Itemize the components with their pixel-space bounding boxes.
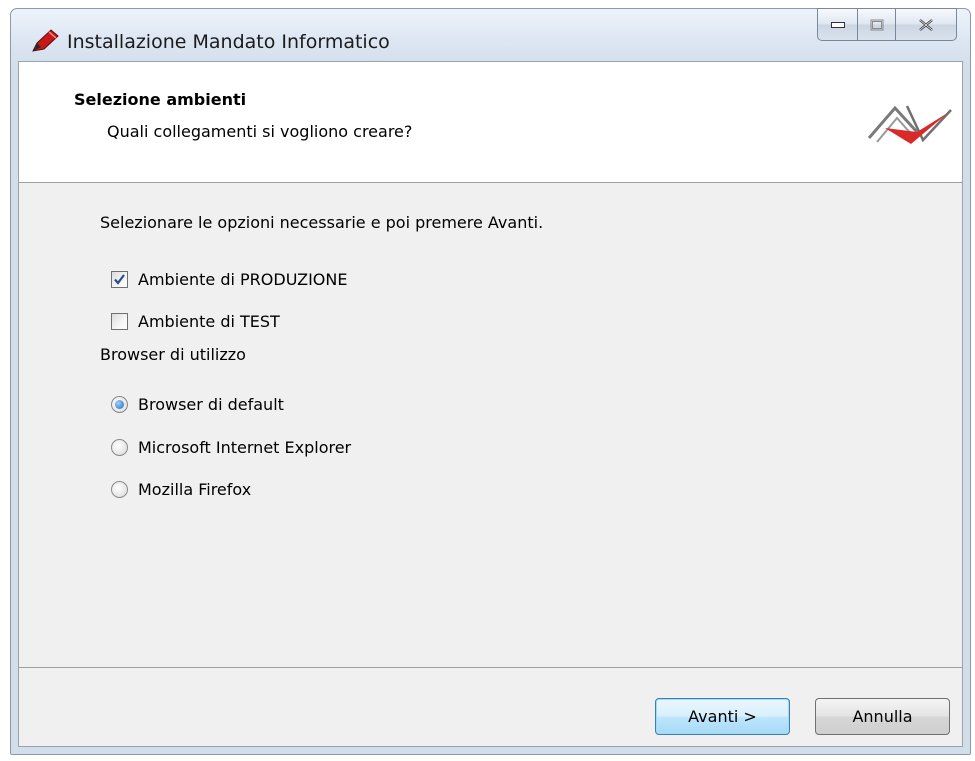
checkmark-logo-icon	[867, 105, 952, 144]
close-icon	[919, 18, 933, 31]
checkbox-label: Ambiente di TEST	[138, 312, 280, 331]
dialog-client-area: Selezione ambienti Quali collegamenti si…	[18, 61, 963, 747]
pen-app-icon	[32, 29, 59, 52]
installer-window: Installazione Mandato Informatico Selezi…	[10, 8, 971, 755]
caption-buttons	[817, 8, 957, 41]
radio-unselected[interactable]	[111, 439, 128, 456]
radio-internet-explorer[interactable]: Microsoft Internet Explorer	[111, 438, 351, 457]
maximize-button[interactable]	[857, 8, 896, 41]
browser-section-label: Browser di utilizzo	[100, 345, 246, 364]
page-subtitle: Quali collegamenti si vogliono creare?	[107, 122, 413, 141]
next-button[interactable]: Avanti >	[655, 698, 790, 735]
instruction-text: Selezionare le opzioni necessarie e poi …	[100, 213, 544, 232]
radio-unselected[interactable]	[111, 481, 128, 498]
checkbox-label: Ambiente di PRODUZIONE	[138, 270, 348, 289]
radio-selected[interactable]	[111, 396, 128, 413]
close-button[interactable]	[895, 8, 957, 41]
checkbox-test[interactable]: Ambiente di TEST	[111, 312, 280, 331]
cancel-button[interactable]: Annulla	[815, 698, 950, 735]
minimize-button[interactable]	[817, 8, 858, 41]
minimize-icon	[830, 21, 845, 28]
radio-browser-default[interactable]: Browser di default	[111, 395, 284, 414]
checkbox-produzione[interactable]: Ambiente di PRODUZIONE	[111, 270, 347, 289]
window-title: Installazione Mandato Informatico	[67, 31, 390, 53]
title-bar[interactable]: Installazione Mandato Informatico	[11, 8, 970, 61]
wizard-header: Selezione ambienti Quali collegamenti si…	[19, 62, 962, 183]
checkmark-icon	[114, 274, 125, 285]
checkbox-checked[interactable]	[111, 271, 128, 288]
page-title: Selezione ambienti	[74, 90, 247, 109]
radio-label: Mozilla Firefox	[138, 480, 252, 499]
radio-label: Microsoft Internet Explorer	[138, 438, 352, 457]
checkbox-unchecked[interactable]	[111, 313, 128, 330]
wizard-footer: Avanti > Annulla	[19, 667, 962, 746]
radio-firefox[interactable]: Mozilla Firefox	[111, 480, 251, 499]
maximize-icon	[870, 19, 883, 30]
wizard-body: Selezionare le opzioni necessarie e poi …	[19, 183, 962, 667]
radio-label: Browser di default	[138, 395, 284, 414]
